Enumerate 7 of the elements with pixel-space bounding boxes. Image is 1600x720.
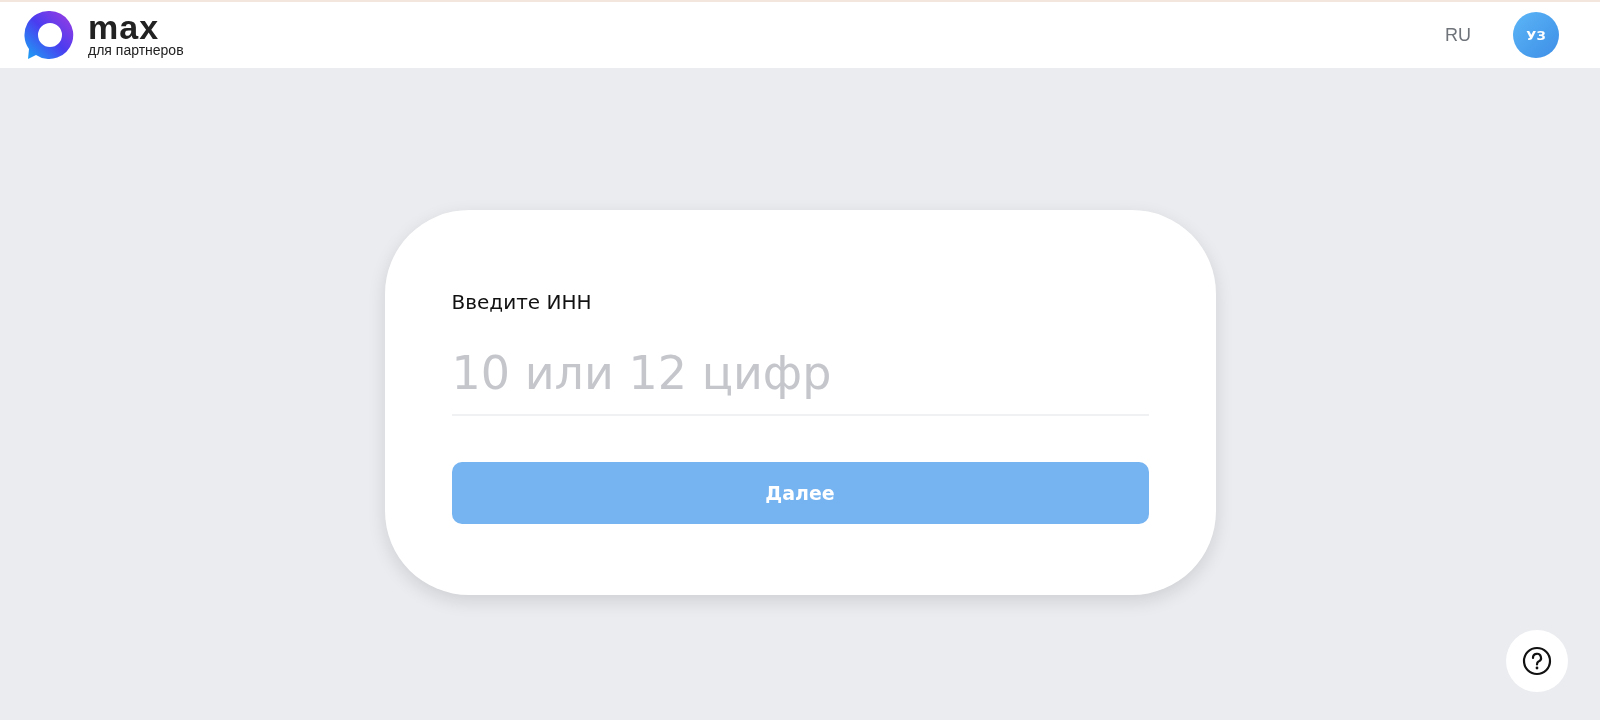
help-icon — [1522, 646, 1552, 676]
user-avatar[interactable]: УЗ — [1513, 12, 1559, 58]
language-code[interactable]: RU — [1445, 24, 1471, 46]
logo-subtitle: для партнеров — [88, 43, 184, 57]
logo-icon — [24, 9, 76, 61]
field-label: Введите ИНН — [451, 290, 593, 314]
logo-wordmark: max — [88, 13, 161, 41]
